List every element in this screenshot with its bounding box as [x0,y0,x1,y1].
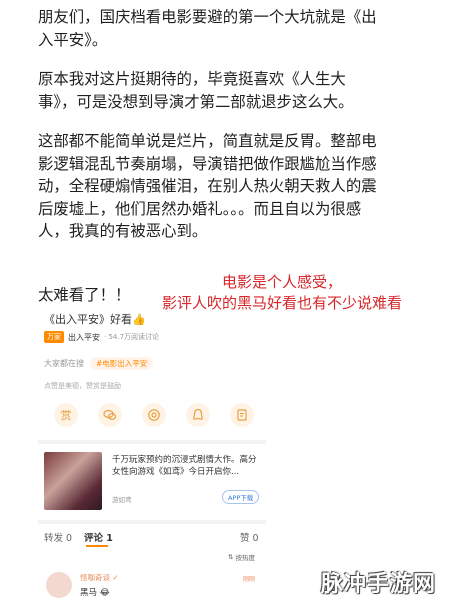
tab-comments[interactable]: 评论 1 [84,530,113,544]
money-icon[interactable]: 赏 [54,403,78,427]
sort-toggle[interactable]: ⇅ 按热度 [228,552,255,562]
tab-repost[interactable]: 转发 0 [44,530,72,544]
qq-icon[interactable] [186,403,210,427]
topic-count: · 54.7万阅读讨论 [104,333,160,341]
share-row: 赏 [54,403,254,427]
article-paragraph-2: 原本我对这片挺期待的，毕竟挺喜欢《人生大事》，可是没想到导演才第二部就退步这么大… [38,70,354,111]
ad-card[interactable]: 千万玩家预约的沉浸式剧情大作。高分女性向游戏《如鸢》今日开启你... 游如鸢 A… [44,452,266,512]
annotation-line-1: 电影是个人感受， [222,273,343,291]
topic-badge: 万家 [44,331,64,343]
hot-search-label: 大家都在搜 [44,359,84,368]
ad-image[interactable] [44,452,102,510]
avatar[interactable] [46,572,72,598]
comment-tabs: 转发 0 评论 1 赞 0 [44,530,264,547]
annotation-line-2: 影评人吹的黑马好看也有不少说难看 [162,294,403,312]
article-paragraph-1: 朋友们，国庆档看电影要避的第一个大坑就是《出入平安》。 [38,8,377,49]
tab-likes[interactable]: 赞 0 [240,530,259,544]
wechat-icon[interactable] [98,403,122,427]
ad-title[interactable]: 千万玩家预约的沉浸式剧情大作。高分女性向游戏《如鸢》今日开启你... [112,454,262,478]
reward-hint: 点赞是美德，赞赏是鼓励 [44,382,121,390]
topic-tag-row[interactable]: 万家 出入平安 · 54.7万阅读讨论 [44,331,159,343]
ad-source: 游如鸢 [112,496,132,504]
sort-icon: ⇅ [228,553,234,561]
comment-text: 黑马 😂 [80,588,110,598]
hot-search-tag[interactable]: #电影出入平安 [90,357,154,370]
watermark: 脉冲手游网 [321,572,437,597]
comment-time: 刚刚 [243,576,256,583]
hot-search-row: 大家都在搜 #电影出入平安 [44,357,154,370]
topic-name[interactable]: 出入平安 [68,332,100,343]
sort-label: 按热度 [235,554,255,562]
edit-icon[interactable] [230,403,254,427]
comment-username[interactable]: 怪咖奇谈 ✓ [80,572,119,583]
post-title: 《出入平安》好看👍 [44,313,146,326]
active-tab-indicator [86,545,108,547]
divider [38,520,266,524]
divider [38,440,266,444]
ad-download-button[interactable]: APP下载 [222,490,260,504]
svg-text:赏: 赏 [61,409,72,422]
article-paragraph-3: 这部都不能简单说是烂片，简直就是反胃。整部电影逻辑混乱节奏崩塌，导演错把做作跟尴… [38,132,377,240]
moments-icon[interactable] [142,403,166,427]
